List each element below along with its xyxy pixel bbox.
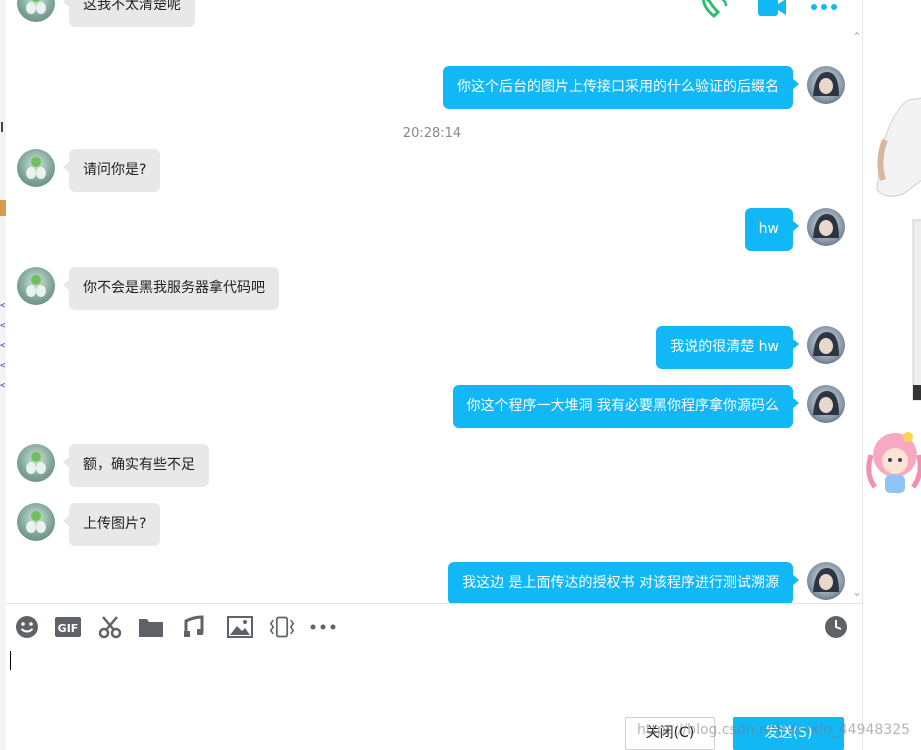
user-avatar[interactable] xyxy=(807,66,845,104)
message-item: 额，确实有些不足 xyxy=(17,444,209,487)
message-timestamp: 20:28:14 xyxy=(402,126,462,141)
desktop-background xyxy=(862,0,921,750)
message-bubble: 你这个程序一大堆洞 我有必要黑你程序拿你源码么 xyxy=(452,385,800,428)
screenshot-scissors-icon[interactable] xyxy=(97,614,123,640)
message-bubble: 请问你是? xyxy=(62,149,161,192)
background-fragment: < < < < < xyxy=(0,301,6,391)
music-icon[interactable] xyxy=(181,614,207,640)
message-bubble: 你这个后台的图片上传接口采用的什么验证的后缀名 xyxy=(443,66,799,109)
message-bubble: 额，确实有些不足 xyxy=(63,444,209,487)
shake-icon[interactable] xyxy=(269,614,295,640)
contact-avatar[interactable] xyxy=(17,0,55,22)
message-list[interactable]: ⌃ 这我不太清楚呢 你这个后台的图片上传接口采用的什么验证的后缀名 20:28:… xyxy=(6,0,862,603)
user-avatar[interactable] xyxy=(807,385,845,423)
user-avatar[interactable] xyxy=(807,208,845,246)
contact-avatar[interactable] xyxy=(17,149,55,187)
watermark: https://blog.csdn.net/weixin_44948325 xyxy=(637,722,911,738)
desktop-character-figure xyxy=(876,97,921,401)
message-bubble: 这我不太清楚呢 xyxy=(63,0,195,27)
more-options-icon[interactable] xyxy=(809,0,839,14)
input-toolbar: GIF xyxy=(6,603,862,649)
message-item: 你这个后台的图片上传接口采用的什么验证的后缀名 xyxy=(443,66,845,109)
contact-avatar[interactable] xyxy=(17,267,55,305)
svg-text:GIF: GIF xyxy=(58,622,79,635)
gif-icon[interactable]: GIF xyxy=(55,614,81,640)
message-item: 你这个程序一大堆洞 我有必要黑你程序拿你源码么 xyxy=(452,385,845,428)
history-clock-icon[interactable] xyxy=(823,614,849,640)
message-item: 这我不太清楚呢 xyxy=(17,0,195,27)
desktop-anime-pet xyxy=(866,432,921,493)
image-icon[interactable] xyxy=(227,614,253,640)
message-bubble: 你不会是黑我服务器拿代码吧 xyxy=(63,267,279,310)
message-bubble: 我这边 是上面传达的授权书 对该程序进行测试溯源 xyxy=(448,562,799,603)
user-avatar[interactable] xyxy=(807,562,845,600)
message-item: 你不会是黑我服务器拿代码吧 xyxy=(17,267,279,310)
contact-avatar[interactable] xyxy=(17,444,55,482)
message-bubble: hw xyxy=(744,208,800,251)
folder-icon[interactable] xyxy=(138,614,164,640)
background-fragment xyxy=(1,122,4,132)
chat-window: < < < < < ⌃ 这我不太清楚呢 你这个后台的图片上传接口采用的什么验证的… xyxy=(0,0,921,750)
message-input[interactable] xyxy=(6,649,862,711)
video-call-icon[interactable] xyxy=(754,0,790,20)
message-item: 上传图片? xyxy=(17,503,161,546)
text-cursor xyxy=(10,651,11,670)
emoji-icon[interactable] xyxy=(14,614,40,640)
message-bubble: 我说的很清楚 hw xyxy=(656,326,799,369)
message-bubble: 上传图片? xyxy=(62,503,161,546)
voice-call-icon[interactable] xyxy=(696,0,732,20)
message-item: 请问你是? xyxy=(17,149,161,192)
more-tools-icon[interactable] xyxy=(310,614,336,640)
scroll-down-icon[interactable]: ⌄ xyxy=(852,585,862,599)
message-item: 我说的很清楚 hw xyxy=(656,326,845,369)
scroll-up-icon[interactable]: ⌃ xyxy=(852,30,862,44)
contact-avatar[interactable] xyxy=(17,503,55,541)
user-avatar[interactable] xyxy=(807,326,845,364)
message-item: hw xyxy=(744,208,845,251)
message-item: 我这边 是上面传达的授权书 对该程序进行测试溯源 xyxy=(448,562,845,603)
